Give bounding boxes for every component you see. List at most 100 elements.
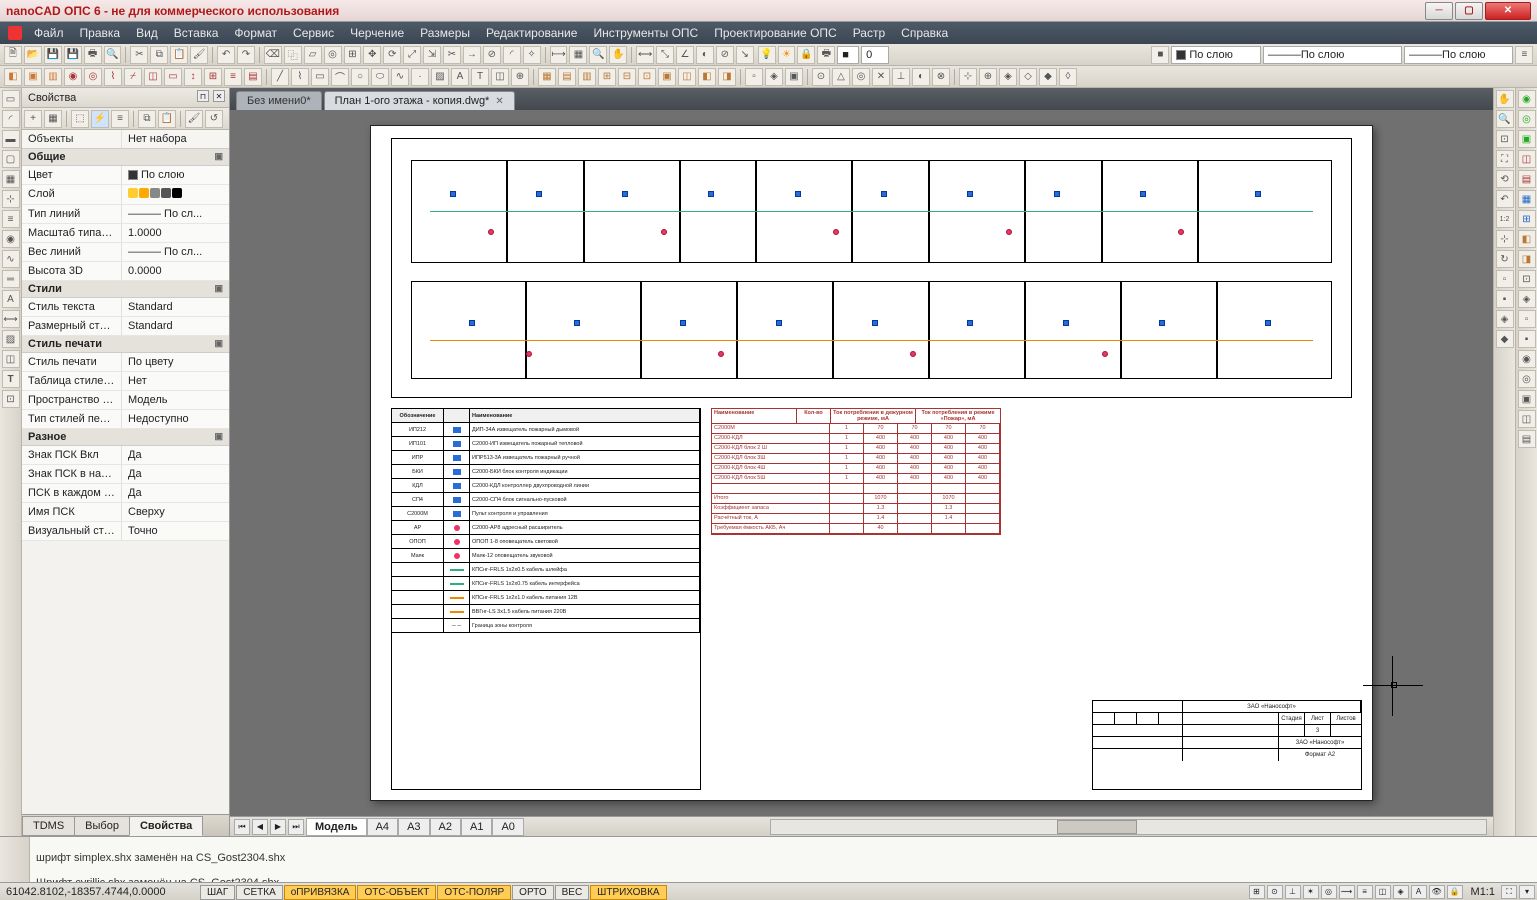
- rnav-zoom-icon[interactable]: 🔍: [1496, 110, 1514, 128]
- ucs-z-icon[interactable]: ◊: [1059, 68, 1077, 86]
- prop-match-icon[interactable]: 🖌: [185, 110, 203, 128]
- minimize-button[interactable]: ─: [1425, 2, 1453, 20]
- dist-icon[interactable]: ⟼: [550, 46, 568, 64]
- vtool-tray-icon[interactable]: ═: [2, 270, 20, 288]
- print-icon[interactable]: 🖶: [84, 46, 102, 64]
- vtool-level-icon[interactable]: ≡: [2, 210, 20, 228]
- table-c4-icon[interactable]: ⊞: [598, 68, 616, 86]
- rops-3-icon[interactable]: ▣: [1518, 130, 1536, 148]
- vtool-group-icon[interactable]: ⊡: [2, 390, 20, 408]
- prop-row[interactable]: Тип линий——— По сл...: [22, 205, 229, 224]
- rops-9-icon[interactable]: ◨: [1518, 250, 1536, 268]
- status-toggle-вес[interactable]: ВЕС: [555, 885, 590, 900]
- ops-tray-icon[interactable]: ▭: [164, 68, 182, 86]
- vtool-device-icon[interactable]: ◉: [2, 230, 20, 248]
- menu-file[interactable]: Файл: [26, 24, 72, 42]
- erase-icon[interactable]: ⌫: [264, 46, 282, 64]
- panel-tab-select[interactable]: Выбор: [74, 816, 130, 836]
- rnav-pan-icon[interactable]: ✋: [1496, 90, 1514, 108]
- rnav-3-icon[interactable]: ◈: [1496, 310, 1514, 328]
- prop-pick-icon[interactable]: ⬚: [71, 110, 89, 128]
- prop-row[interactable]: Высота 3D0.0000: [22, 262, 229, 281]
- menu-ops-design[interactable]: Проектирование ОПС: [706, 24, 844, 42]
- dim-radius-icon[interactable]: ◐: [696, 46, 714, 64]
- vtool-dim-icon[interactable]: ⟷: [2, 310, 20, 328]
- text-icon[interactable]: A: [451, 68, 469, 86]
- table-c10-icon[interactable]: ◨: [718, 68, 736, 86]
- array-icon[interactable]: ⊞: [344, 46, 362, 64]
- cmd-grip[interactable]: [0, 837, 30, 882]
- status-scale[interactable]: М1:1: [1465, 886, 1501, 898]
- table-c3-icon[interactable]: ▥: [578, 68, 596, 86]
- vtool-axis-icon[interactable]: ⊹: [2, 190, 20, 208]
- offset-icon[interactable]: ◎: [324, 46, 342, 64]
- prop-filter-icon[interactable]: ▦: [44, 110, 62, 128]
- layout-model[interactable]: Модель: [306, 818, 367, 836]
- ucs-o-icon[interactable]: ◈: [999, 68, 1017, 86]
- color-combo[interactable]: По слою: [1171, 46, 1261, 64]
- vtool-text-icon[interactable]: T: [2, 370, 20, 388]
- prop-row[interactable]: Таблица стилей ...Нет: [22, 372, 229, 391]
- open-icon[interactable]: 📂: [24, 46, 42, 64]
- status-polar-icon[interactable]: ✶: [1303, 885, 1319, 899]
- layout-a1[interactable]: A1: [461, 818, 492, 836]
- status-toggle-орто[interactable]: ОРТО: [512, 885, 553, 900]
- vtool-block-icon[interactable]: ◫: [2, 350, 20, 368]
- prop-row[interactable]: Имя ПСКСверху: [22, 503, 229, 522]
- hatch-icon[interactable]: ▨: [431, 68, 449, 86]
- status-toggle-штриховка[interactable]: ШТРИХОВКА: [590, 885, 666, 900]
- close-button[interactable]: ✕: [1485, 2, 1531, 20]
- preview-icon[interactable]: 🔍: [104, 46, 122, 64]
- status-dyn-icon[interactable]: ◫: [1375, 885, 1391, 899]
- prop-paste-icon[interactable]: 📋: [158, 110, 176, 128]
- pan-icon[interactable]: ✋: [609, 46, 627, 64]
- break-icon[interactable]: ⊘: [483, 46, 501, 64]
- layout-a3[interactable]: A3: [398, 818, 429, 836]
- prop-row[interactable]: Пространство та...Модель: [22, 391, 229, 410]
- status-ortho-icon[interactable]: ⊥: [1285, 885, 1301, 899]
- snap-near-icon[interactable]: ⊗: [932, 68, 950, 86]
- prop-list-icon[interactable]: ≡: [111, 110, 129, 128]
- layer-bulb-icon[interactable]: 💡: [758, 46, 776, 64]
- explode-icon[interactable]: ✧: [523, 46, 541, 64]
- lineweight-combo[interactable]: ——— По слою: [1404, 46, 1513, 64]
- ops-cable-icon[interactable]: ⌇: [104, 68, 122, 86]
- rect-icon[interactable]: ▭: [311, 68, 329, 86]
- table-c8-icon[interactable]: ◫: [678, 68, 696, 86]
- layer-color-swatch[interactable]: ■: [837, 46, 859, 64]
- vtool-area-icon[interactable]: ▦: [2, 170, 20, 188]
- ops-grid-icon[interactable]: ⊞: [204, 68, 222, 86]
- insert-icon[interactable]: ⊕: [511, 68, 529, 86]
- ops-detector-icon[interactable]: ◉: [64, 68, 82, 86]
- doc-tab-0[interactable]: Без имени0*: [236, 91, 322, 110]
- status-snap-icon[interactable]: ⊙: [1267, 885, 1283, 899]
- panel-tab-tdms[interactable]: TDMS: [22, 816, 75, 836]
- status-toggle-сетка[interactable]: СЕТКА: [236, 885, 283, 900]
- h-scroll-thumb[interactable]: [1057, 820, 1137, 834]
- scale-icon[interactable]: ⤢: [403, 46, 421, 64]
- table-c9-icon[interactable]: ◧: [698, 68, 716, 86]
- cut-icon[interactable]: ✂: [130, 46, 148, 64]
- menu-help[interactable]: Справка: [893, 24, 956, 42]
- saveall-icon[interactable]: 💾: [64, 46, 82, 64]
- prop-group[interactable]: Разное: [22, 429, 229, 446]
- ops-box-icon[interactable]: ▣: [24, 68, 42, 86]
- ops-riser-icon[interactable]: ↕: [184, 68, 202, 86]
- viewport[interactable]: Обозначение Наименование ИП212ДИП-34А из…: [230, 110, 1493, 816]
- pline-icon[interactable]: ⌇: [291, 68, 309, 86]
- coordinates[interactable]: 61042.8102,-18357.4744,0.0000: [0, 886, 200, 898]
- prop-group[interactable]: Стили: [22, 281, 229, 298]
- status-toggle-отс-поляр[interactable]: ОТС-ПОЛЯР: [437, 885, 511, 900]
- rops-16-icon[interactable]: ▣: [1518, 390, 1536, 408]
- menu-edit[interactable]: Правка: [72, 24, 129, 42]
- rnav-zoomw-icon[interactable]: ⊡: [1496, 130, 1514, 148]
- status-grid-icon[interactable]: ⊞: [1249, 885, 1265, 899]
- linetype-combo[interactable]: ——— По слою: [1263, 46, 1402, 64]
- rops-15-icon[interactable]: ◎: [1518, 370, 1536, 388]
- prop-row[interactable]: Знак ПСК ВклДа: [22, 446, 229, 465]
- status-iso-icon[interactable]: ◈: [1393, 885, 1409, 899]
- menu-view[interactable]: Вид: [128, 24, 166, 42]
- table-c7-icon[interactable]: ▣: [658, 68, 676, 86]
- fillet-icon[interactable]: ◜: [503, 46, 521, 64]
- rnav-12-icon[interactable]: 1:2: [1496, 210, 1514, 228]
